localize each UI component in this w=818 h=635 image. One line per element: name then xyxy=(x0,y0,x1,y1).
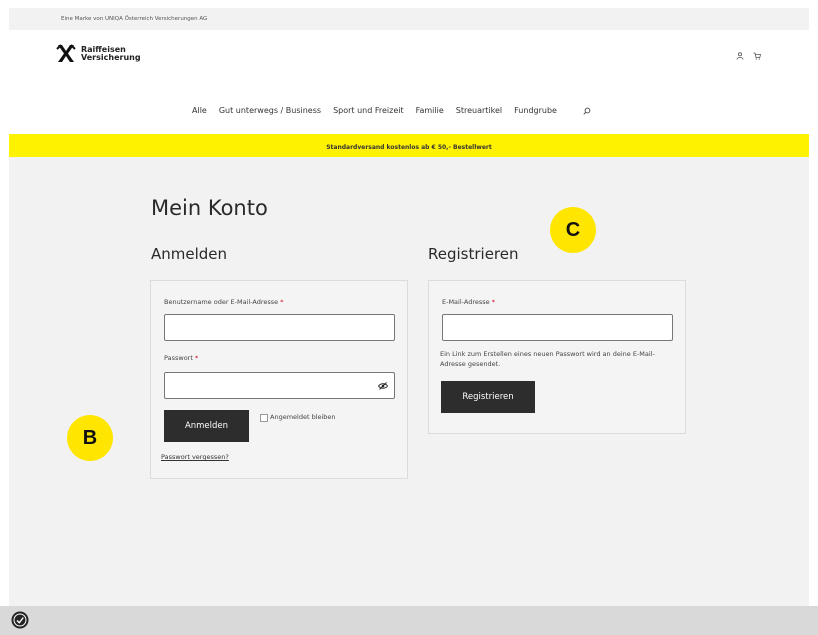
nav-item-familie[interactable]: Familie xyxy=(416,106,444,115)
page-area: Eine Marke von UNIQA Österreich Versiche… xyxy=(9,8,809,606)
search-icon[interactable] xyxy=(583,107,591,115)
logo-text: Raiffeisen Versicherung xyxy=(81,45,141,62)
login-form: Benutzername oder E-Mail-Adresse * Passw… xyxy=(150,280,408,479)
main-nav: Alle Gut unterwegs / Business Sport und … xyxy=(192,106,591,115)
cart-icon[interactable] xyxy=(753,52,761,60)
password-label: Passwort * xyxy=(164,354,198,362)
marker-c: C xyxy=(550,207,596,253)
site-header: Raiffeisen Versicherung Alle Gut unterwe… xyxy=(9,30,809,134)
login-button[interactable]: Anmelden xyxy=(164,410,249,442)
remember-checkbox[interactable] xyxy=(260,414,268,422)
marker-b: B xyxy=(67,415,113,461)
register-help-text: Ein Link zum Erstellen eines neuen Passw… xyxy=(440,350,655,368)
login-heading: Anmelden xyxy=(151,245,228,263)
username-input[interactable] xyxy=(164,314,395,341)
header-icons xyxy=(736,52,761,60)
nav-item-alle[interactable]: Alle xyxy=(192,106,207,115)
shipping-banner-text: Standardversand kostenlos ab € 50,- Best… xyxy=(326,144,492,151)
brand-line: Eine Marke von UNIQA Österreich Versiche… xyxy=(9,8,809,30)
nav-item-sport[interactable]: Sport und Freizeit xyxy=(333,106,404,115)
logo[interactable]: Raiffeisen Versicherung xyxy=(56,44,141,63)
page-title: Mein Konto xyxy=(151,196,268,220)
required-mark: * xyxy=(194,354,199,362)
remember-label[interactable]: Angemeldet bleiben xyxy=(270,413,336,421)
nav-item-gut-unterwegs[interactable]: Gut unterwegs / Business xyxy=(219,106,321,115)
forgot-password-link[interactable]: Passwort vergessen? xyxy=(161,453,229,461)
user-icon[interactable] xyxy=(736,52,744,60)
password-label-text: Passwort xyxy=(164,354,193,362)
email-input[interactable] xyxy=(442,314,673,341)
email-label-text: E-Mail-Adresse xyxy=(442,298,490,306)
username-label-text: Benutzername oder E-Mail-Adresse xyxy=(164,298,279,306)
brand-line-text: Eine Marke von UNIQA Österreich Versiche… xyxy=(61,16,208,22)
register-button[interactable]: Registrieren xyxy=(441,381,535,413)
required-mark: * xyxy=(491,298,495,306)
email-label: E-Mail-Adresse * xyxy=(442,298,495,306)
raiffeisen-logo-icon xyxy=(56,44,76,62)
register-form: E-Mail-Adresse * Ein Link zum Erstellen … xyxy=(428,280,686,434)
password-visibility-icon[interactable] xyxy=(378,382,388,390)
logo-line2: Versicherung xyxy=(81,52,141,62)
nav-item-streuartikel[interactable]: Streuartikel xyxy=(456,106,502,115)
register-heading: Registrieren xyxy=(428,245,519,263)
required-mark: * xyxy=(280,298,284,306)
accessibility-icon[interactable] xyxy=(11,611,29,629)
footer-bar xyxy=(0,606,818,635)
username-label: Benutzername oder E-Mail-Adresse * xyxy=(164,298,284,306)
shipping-banner: Standardversand kostenlos ab € 50,- Best… xyxy=(9,134,809,157)
nav-item-fundgrube[interactable]: Fundgrube xyxy=(514,106,557,115)
password-input[interactable] xyxy=(164,372,395,399)
